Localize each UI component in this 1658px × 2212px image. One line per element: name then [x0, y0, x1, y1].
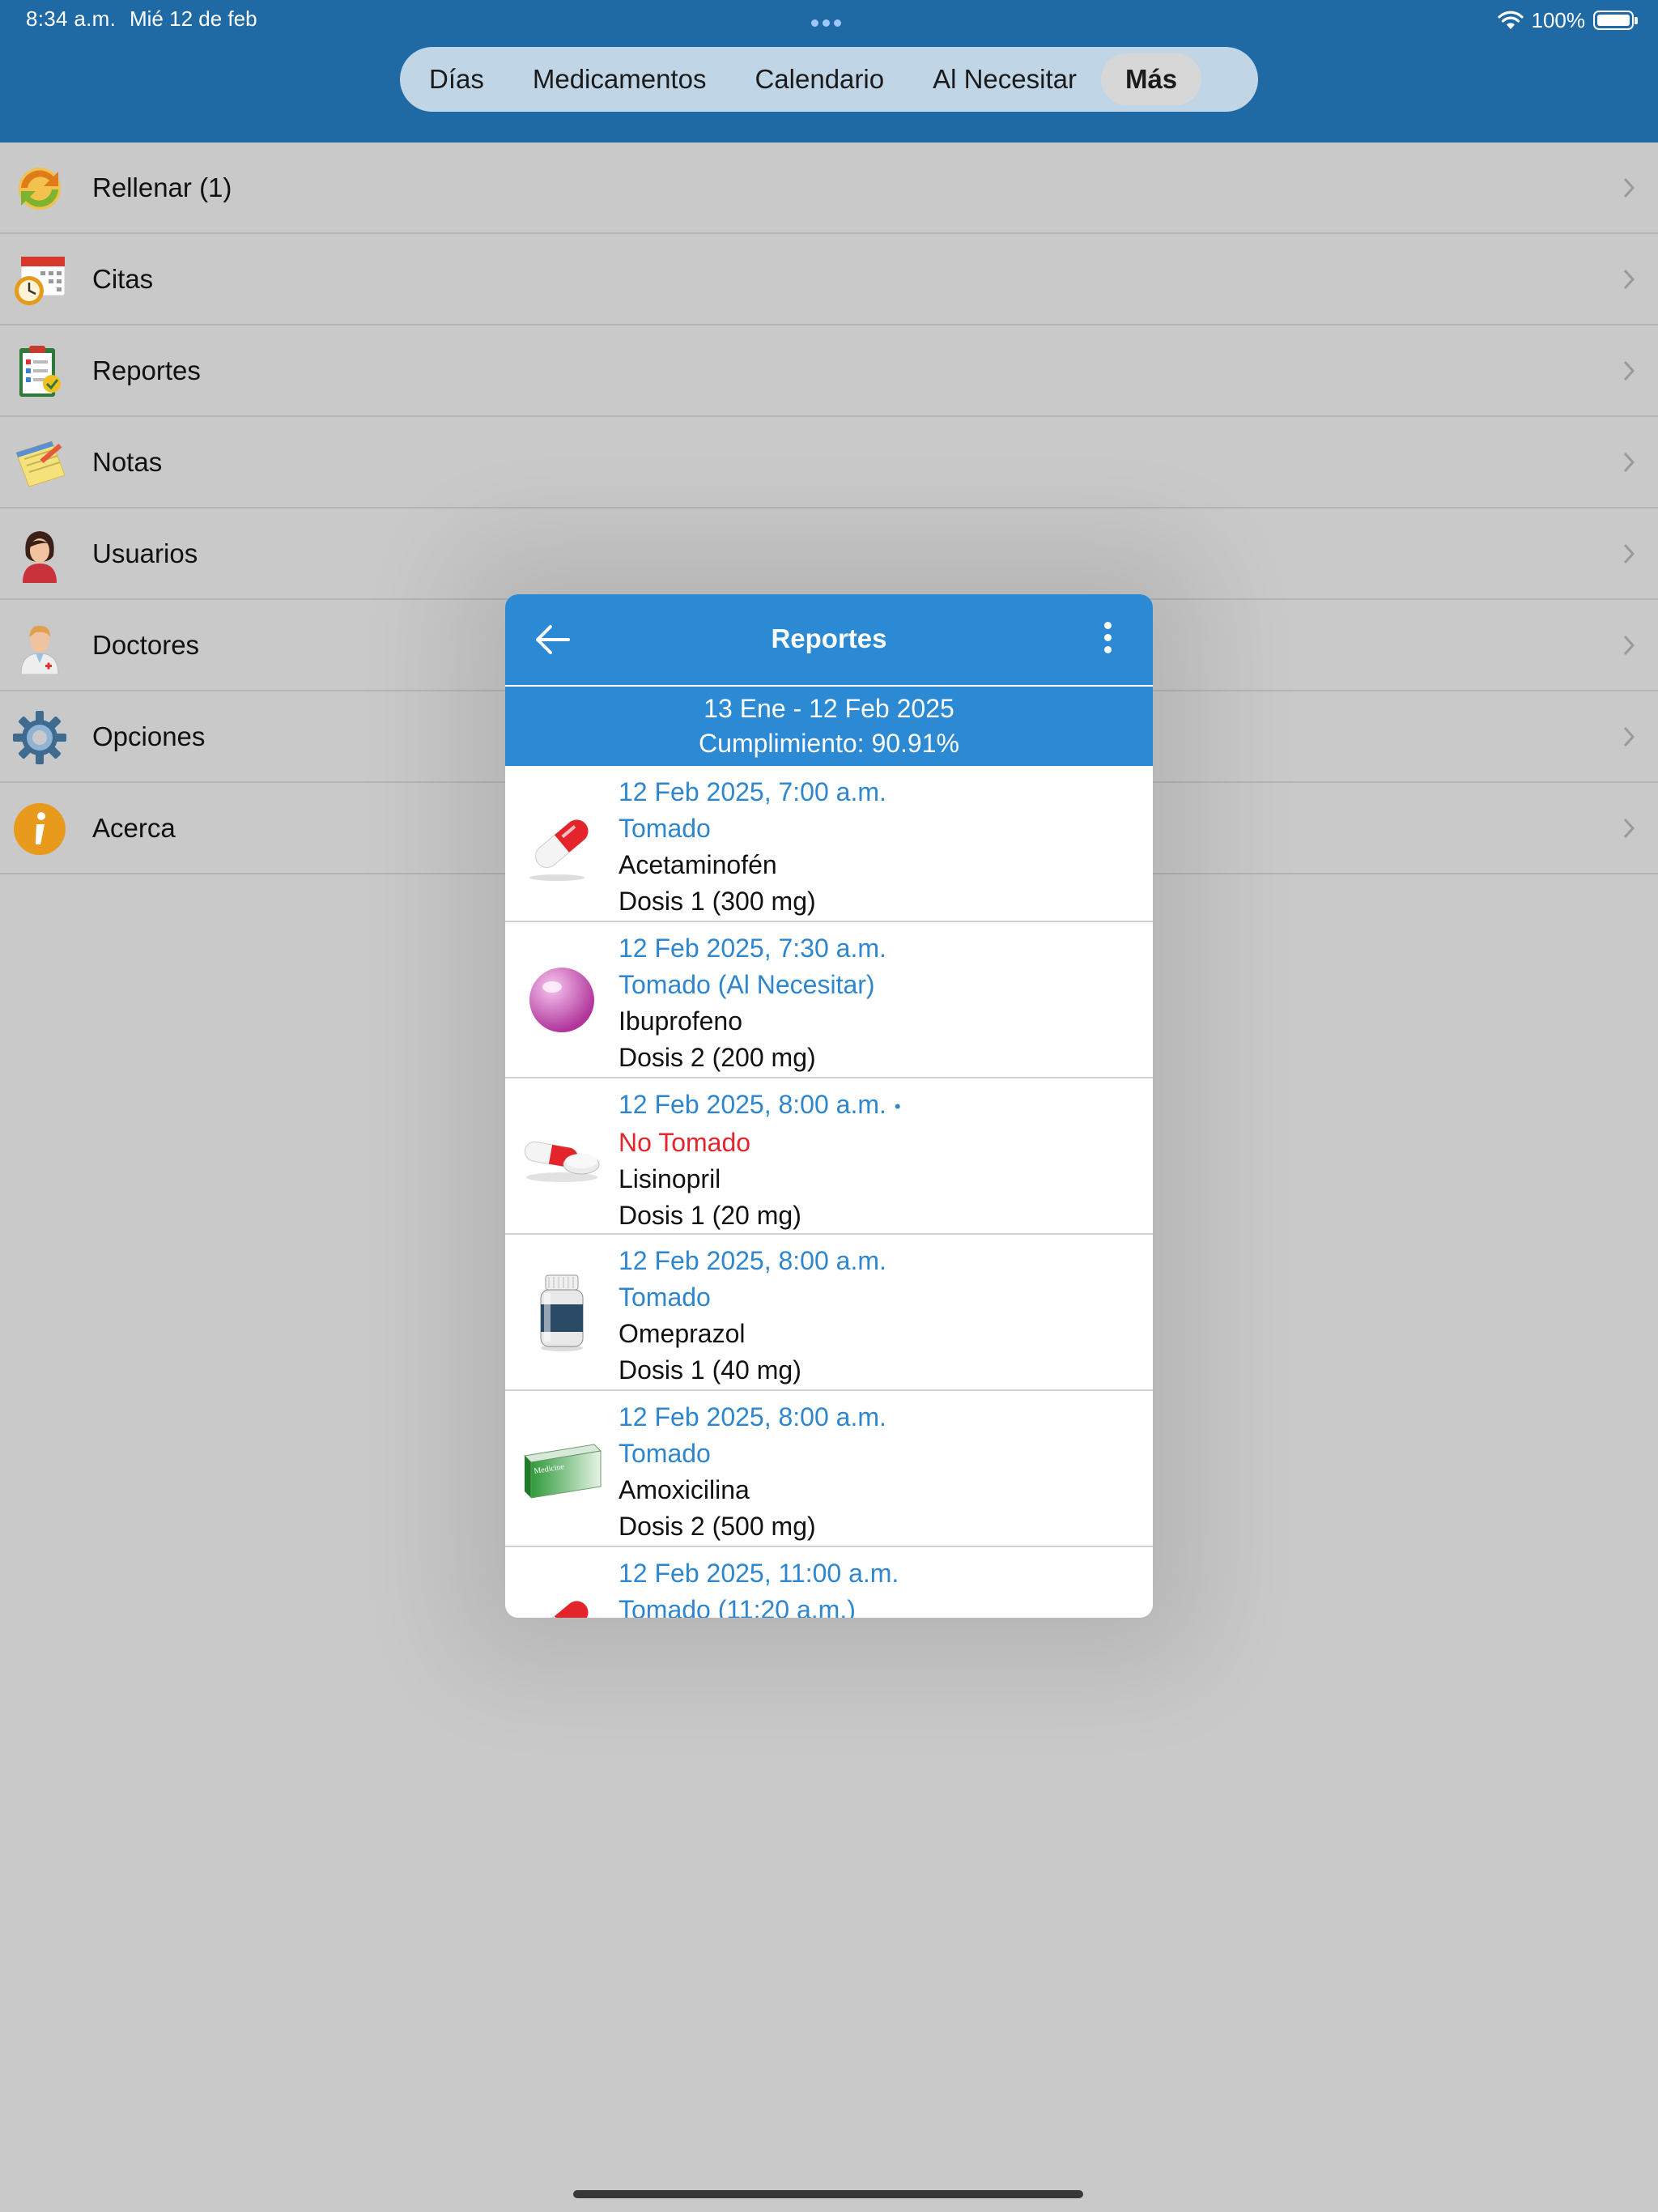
refill-icon [19, 168, 61, 210]
menu-label-citas: Citas [92, 263, 154, 294]
status-right: 100% [1497, 6, 1638, 34]
entry-medication: Lisinopril [619, 1164, 721, 1194]
entry-datetime: 12 Feb 2025, 7:00 a.m. [619, 777, 886, 806]
menu-item-rellenar[interactable]: Rellenar (1) [0, 143, 1658, 234]
wifi-icon [1497, 11, 1524, 29]
entry-datetime: 12 Feb 2025, 7:30 a.m. [619, 934, 886, 963]
entry-datetime: 12 Feb 2025, 11:00 a.m. [619, 1559, 899, 1588]
tab-mas[interactable]: Más [1100, 53, 1202, 105]
reports-modal: Reportes 13 Ene - 12 Feb 2025 Cumplimien… [505, 594, 1153, 1618]
battery-percent: 100% [1531, 7, 1586, 32]
menu-label-doctores: Doctores [92, 629, 200, 660]
report-row[interactable]: 12 Feb 2025, 7:00 a.m. Tomado Acetaminof… [505, 766, 1153, 922]
chevron-right-icon [1623, 543, 1635, 564]
doctor-icon [20, 625, 59, 674]
gear-icon [13, 711, 66, 764]
entry-datetime: 12 Feb 2025, 8:00 a.m. • [619, 1090, 901, 1119]
report-row[interactable]: 12 Feb 2025, 8:00 a.m. Tomado Omeprazol … [505, 1235, 1153, 1391]
tab-dias[interactable]: Días [405, 53, 508, 105]
status-time: 8:34 a.m. [26, 6, 117, 31]
chevron-right-icon [1623, 818, 1635, 839]
entry-status: No Tomado [619, 1128, 751, 1158]
menu-label-acerca: Acerca [92, 812, 176, 843]
entry-status: Tomado [619, 814, 711, 843]
entry-medication: Acetaminofén [619, 850, 777, 879]
report-list[interactable]: 12 Feb 2025, 7:00 a.m. Tomado Acetaminof… [505, 766, 1153, 1618]
chevron-right-icon [1623, 726, 1635, 747]
modal-title: Reportes [771, 623, 887, 653]
chevron-right-icon [1623, 269, 1635, 290]
tab-medicamentos[interactable]: Medicamentos [508, 53, 731, 105]
top-bar: 8:34 a.m. Mié 12 de feb 100% Días Medica… [0, 0, 1658, 143]
notes-icon [15, 440, 66, 487]
red-capsule-icon [535, 1601, 589, 1618]
report-row[interactable]: 12 Feb 2025, 11:00 a.m. Tomado (11:20 a.… [505, 1547, 1153, 1618]
home-indicator[interactable] [573, 2190, 1083, 2198]
pink-pill-icon [529, 968, 594, 1032]
segmented-control: Días Medicamentos Calendario Al Necesita… [400, 47, 1258, 112]
info-icon [14, 803, 66, 855]
entry-dose: Dosis 2 (500 mg) [619, 1512, 816, 1541]
chevron-right-icon [1623, 635, 1635, 656]
menu-label-opciones: Opciones [92, 721, 206, 751]
tab-al-necesitar[interactable]: Al Necesitar [908, 53, 1101, 105]
entry-dose: Dosis 1 (40 mg) [619, 1355, 801, 1385]
appointments-icon [15, 256, 66, 305]
entry-dose: Dosis 1 (20 mg) [619, 1201, 801, 1231]
medicine-box-icon: Medicine [523, 1444, 602, 1499]
entry-status: Tomado [619, 1283, 711, 1312]
reports-clipboard-icon [19, 346, 61, 397]
entry-dose: Dosis 2 (200 mg) [619, 1043, 816, 1072]
menu-item-citas[interactable]: Citas [0, 234, 1658, 325]
status-date: Mié 12 de feb [130, 6, 257, 31]
entry-status: Tomado (11:20 a.m.) [619, 1595, 856, 1618]
battery-icon [1593, 11, 1638, 30]
note-indicator: • [894, 1096, 901, 1117]
date-range: 13 Ene - 12 Feb 2025 [704, 694, 954, 723]
more-options-icon[interactable] [1104, 622, 1112, 654]
user-avatar-icon [23, 531, 57, 583]
entry-medication: Ibuprofeno [619, 1006, 743, 1036]
capsule-and-tablet-icon [524, 1141, 600, 1182]
menu-item-usuarios[interactable]: Usuarios [0, 508, 1658, 600]
compliance-rate: Cumplimiento: 90.91% [699, 729, 959, 758]
menu-item-reportes[interactable]: Reportes [0, 325, 1658, 417]
menu-label-rellenar: Rellenar (1) [92, 172, 232, 202]
entry-medication: Omeprazol [619, 1319, 746, 1348]
entry-datetime: 12 Feb 2025, 8:00 a.m. [619, 1246, 886, 1275]
menu-label-notas: Notas [92, 446, 163, 477]
chevron-right-icon [1623, 452, 1635, 473]
multitasking-dots-icon[interactable] [811, 16, 847, 27]
entry-dose: Dosis 1 (300 mg) [619, 887, 816, 916]
entry-status: Tomado (Al Necesitar) [619, 970, 875, 999]
chevron-right-icon [1623, 177, 1635, 198]
menu-label-reportes: Reportes [92, 355, 201, 385]
modal-header: Reportes [505, 594, 1153, 685]
menu-label-usuarios: Usuarios [92, 538, 198, 568]
report-row[interactable]: 12 Feb 2025, 8:00 a.m. • No Tomado Lisino… [505, 1078, 1153, 1235]
tab-calendario[interactable]: Calendario [730, 53, 908, 105]
menu-item-notas[interactable]: Notas [0, 417, 1658, 508]
pill-bottle-icon [540, 1274, 584, 1351]
report-row[interactable]: Medicine 12 Feb 2025, 8:00 a.m. Tomado A… [505, 1391, 1153, 1547]
chevron-right-icon [1623, 360, 1635, 381]
entry-status: Tomado [619, 1439, 711, 1468]
report-summary: 13 Ene - 12 Feb 2025 Cumplimiento: 90.91… [505, 687, 1153, 766]
red-capsule-icon [529, 819, 589, 881]
entry-medication: Amoxicilina [619, 1475, 750, 1504]
report-row[interactable]: 12 Feb 2025, 7:30 a.m. Tomado (Al Necesi… [505, 922, 1153, 1078]
entry-datetime: 12 Feb 2025, 8:00 a.m. [619, 1402, 886, 1431]
